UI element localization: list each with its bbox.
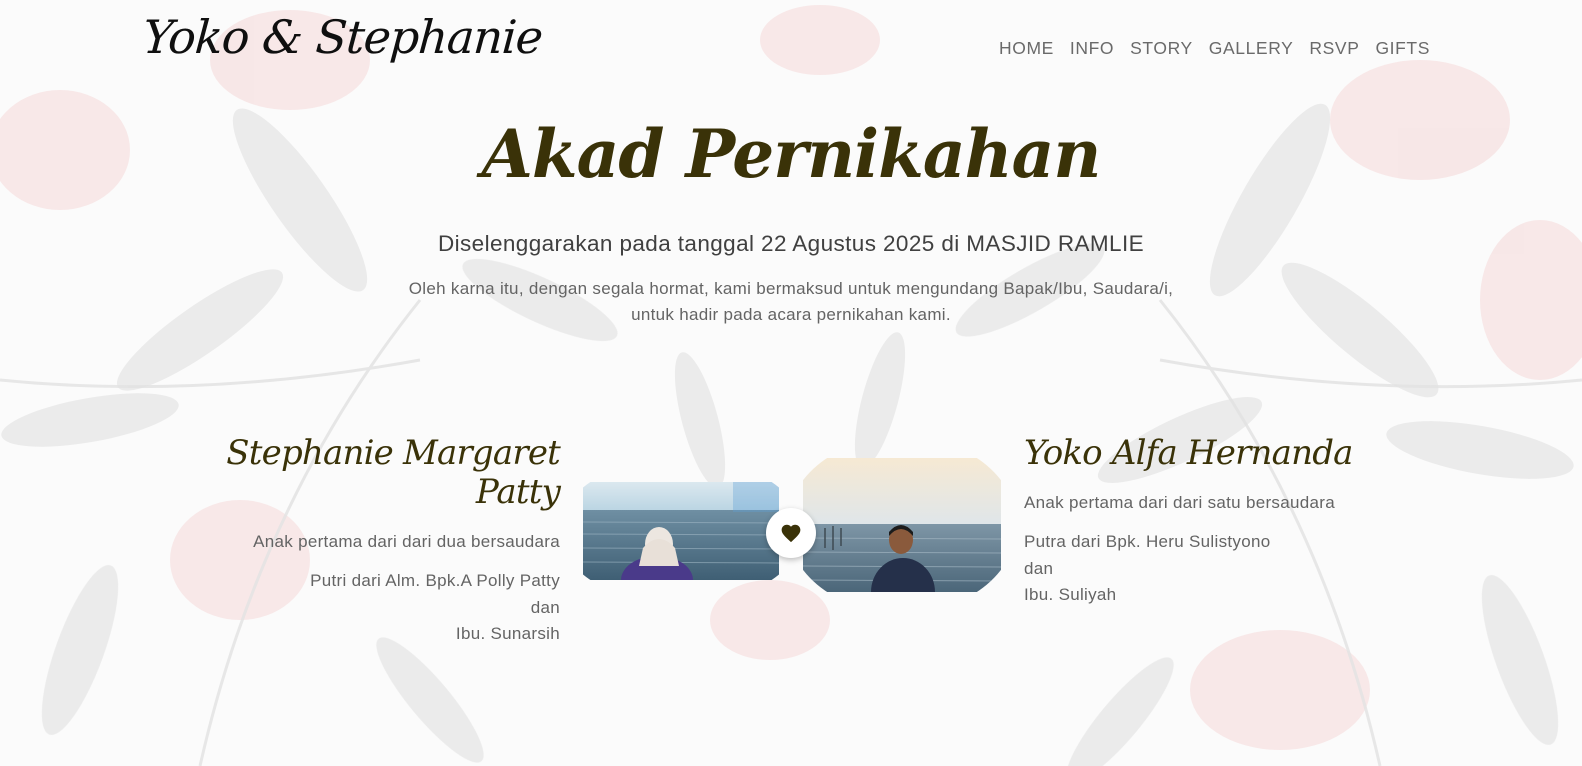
heart-badge bbox=[766, 508, 816, 558]
nav-story[interactable]: STORY bbox=[1130, 38, 1193, 59]
groom-sibling-order: Anak pertama dari dari satu bersaudara bbox=[1024, 493, 1335, 513]
groom-father: Putra dari Bpk. Heru Sulistyono bbox=[1024, 532, 1271, 552]
nav-home[interactable]: HOME bbox=[999, 38, 1054, 59]
groom-mother: Ibu. Suliyah bbox=[1024, 585, 1117, 605]
bride-and: dan bbox=[530, 597, 560, 617]
nav-rsvp[interactable]: RSVP bbox=[1309, 38, 1359, 59]
bride-name: Stephanie Margaret Patty bbox=[226, 433, 561, 513]
heart-icon bbox=[781, 524, 801, 543]
invitation-line: Oleh karna itu, dengan segala hormat, ka… bbox=[408, 279, 1174, 298]
groom-info: Yoko Alfa Hernanda Anak pertama dari dar… bbox=[1024, 433, 1444, 609]
bride-father: Putri dari Alm. Bpk.A Polly Patty bbox=[310, 571, 560, 591]
nav-gifts[interactable]: GIFTS bbox=[1375, 38, 1430, 59]
bride-sibling-order: Anak pertama dari dari dua bersaudara bbox=[253, 532, 560, 552]
groom-name: Yoko Alfa Hernanda bbox=[1024, 433, 1353, 473]
bride-photo bbox=[583, 482, 779, 580]
bride-info: Stephanie Margaret Patty Anak pertama da… bbox=[140, 433, 561, 648]
site-brand[interactable]: Yoko & Stephanie bbox=[141, 10, 544, 64]
bride-parents: Putri dari Alm. Bpk.A Polly Patty dan Ib… bbox=[140, 568, 560, 648]
main-nav: HOME INFO STORY GALLERY RSVP GIFTS bbox=[999, 38, 1430, 59]
couple-photos bbox=[583, 458, 1001, 593]
nav-gallery[interactable]: GALLERY bbox=[1209, 38, 1294, 59]
page-title: Akad Pernikahan bbox=[481, 115, 1102, 193]
event-subtitle: Diselenggarakan pada tanggal 22 Agustus … bbox=[437, 231, 1145, 256]
bride-mother: Ibu. Sunarsih bbox=[455, 624, 560, 644]
invitation-text: Oleh karna itu, dengan segala hormat, ka… bbox=[0, 276, 1582, 328]
nav-info[interactable]: INFO bbox=[1070, 38, 1114, 59]
groom-photo bbox=[803, 458, 1001, 592]
invitation-line: untuk hadir pada acara pernikahan kami. bbox=[631, 305, 951, 324]
groom-parents: Putra dari Bpk. Heru Sulistyono dan Ibu.… bbox=[1024, 529, 1444, 609]
groom-and: dan bbox=[1024, 558, 1054, 578]
